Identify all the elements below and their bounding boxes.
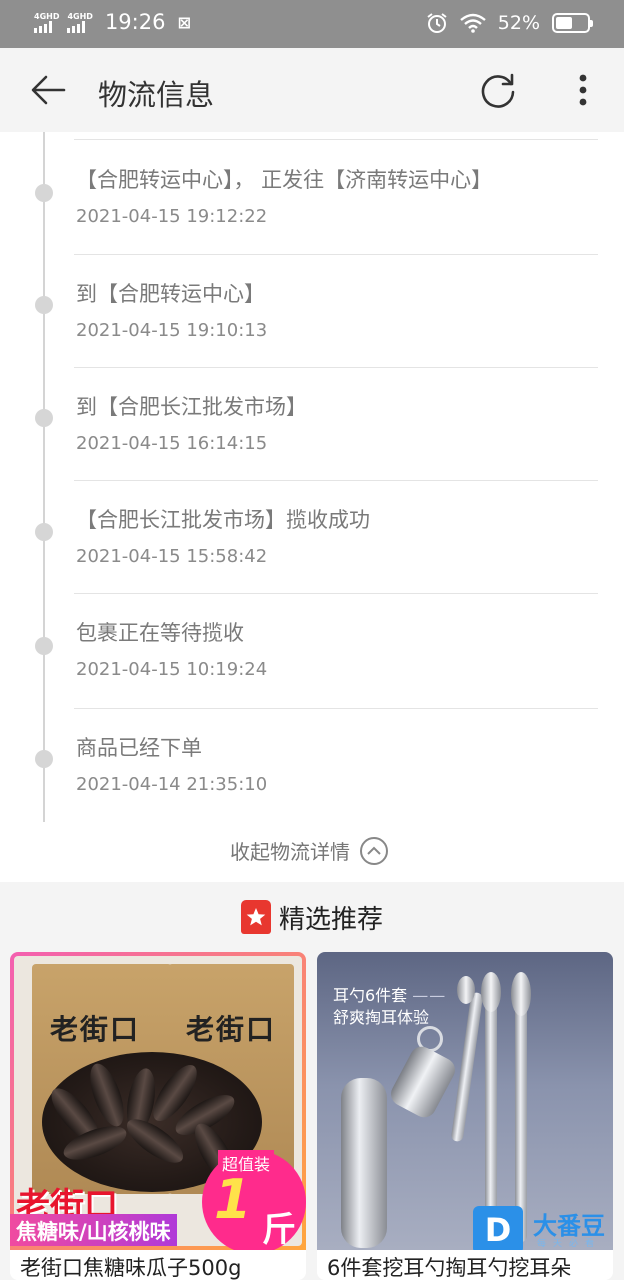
event-status: 【合肥转运中心】， 正发往【济南转运中心】: [76, 168, 493, 192]
timeline-dot: [35, 523, 53, 541]
collapse-label: 收起物流详情: [230, 840, 350, 864]
event-status: 到【合肥长江批发市场】: [76, 395, 307, 419]
spring-head: [481, 972, 501, 1012]
timeline-event: 到【合肥转运中心】 2021-04-15 19:10:13: [0, 256, 624, 370]
divider: [74, 480, 598, 481]
divider: [74, 254, 598, 255]
back-arrow-icon[interactable]: [30, 74, 66, 106]
star-badge-icon: [240, 900, 271, 934]
weight-unit: 斤: [262, 1210, 296, 1250]
timeline-event: 商品已经下单 2021-04-14 21:35:10: [0, 710, 624, 824]
app-header: 物流信息: [0, 48, 624, 132]
watermark-subtext: 每天必看: [537, 1239, 602, 1249]
event-time: 2021-04-14 21:35:10: [76, 774, 268, 795]
flavor-tag: 焦糖味/山核桃味: [10, 1214, 177, 1246]
network-type: 4GHD: [67, 11, 93, 21]
logistics-timeline: 【合肥转运中心】， 正发往【济南转运中心】 2021-04-15 19:12:2…: [0, 132, 624, 882]
event-time: 2021-04-15 10:19:24: [76, 659, 268, 680]
signal-icon: 4GHD: [34, 12, 59, 33]
battery-icon: [552, 13, 593, 33]
event-time: 2021-04-15 15:58:42: [76, 546, 268, 567]
product-name: 6件套挖耳勺掏耳勺挖耳朵: [327, 1256, 572, 1280]
product-image: 耳勺6件套 —— 舒爽掏耳体验 D 大番豆 每天必看: [317, 952, 613, 1250]
event-status: 包裹正在等待揽收: [76, 621, 244, 645]
clock: 19:26: [104, 10, 166, 34]
event-time: 2021-04-15 16:14:15: [76, 433, 268, 454]
event-time: 2021-04-15 19:10:13: [76, 320, 268, 341]
signal-icon: 4GHD: [67, 11, 93, 33]
tool-case: [341, 1078, 387, 1248]
timeline-event: 【合肥长江批发市场】揽收成功 2021-04-15 15:58:42: [0, 482, 624, 596]
weight-number: 1: [214, 1168, 252, 1231]
product-card[interactable]: 老街口 老街口 老街口 焦糖味/山核桃味 超值装 1 斤 老街口焦糖味瓜子500…: [10, 952, 306, 1280]
product-image: 老街口 老街口 老街口 焦糖味/山核桃味 超值装 1 斤: [10, 952, 306, 1250]
ear-pick-tool: [485, 992, 497, 1242]
timeline-dot: [35, 409, 53, 427]
spiral-head: [511, 972, 531, 1016]
watermark-logo-icon: D: [473, 1206, 523, 1250]
divider: [74, 367, 598, 368]
event-time: 2021-04-15 19:12:22: [76, 206, 268, 227]
product-name: 老街口焦糖味瓜子500g: [20, 1256, 242, 1280]
event-status: 商品已经下单: [76, 736, 202, 760]
refresh-icon[interactable]: [478, 70, 518, 110]
timeline-event: 包裹正在等待揽收 2021-04-15 10:19:24: [0, 595, 624, 709]
bag-brand: 老街口: [50, 1013, 141, 1046]
ear-pick-tool: [515, 992, 527, 1242]
divider: [74, 708, 598, 709]
battery-fill: [556, 17, 572, 29]
timeline-dot: [35, 184, 53, 202]
more-menu-icon[interactable]: [568, 70, 598, 110]
tool-capsule: [386, 1042, 460, 1122]
network-type: 4GHD: [34, 11, 60, 21]
event-status: 到【合肥转运中心】: [76, 282, 265, 306]
timeline-event: 到【合肥长江批发市场】 2021-04-15 16:14:15: [0, 369, 624, 483]
timeline-dot: [35, 637, 53, 655]
battery-percent: 52%: [497, 12, 540, 34]
ear-pick-tool: [450, 991, 484, 1143]
product-card[interactable]: 耳勺6件套 —— 舒爽掏耳体验 D 大番豆 每天必看 6件套挖耳勺掏耳勺挖耳朵: [317, 952, 613, 1280]
recommend-header: 精选推荐: [0, 882, 624, 952]
divider: [74, 139, 598, 140]
ear-pick-head: [457, 976, 475, 1004]
bag-brand: 老街口: [186, 1013, 277, 1046]
timeline-dot: [35, 750, 53, 768]
product-headline: 耳勺6件套 ——: [333, 982, 446, 1006]
headline-text: 耳勺6件套: [333, 986, 408, 1005]
wifi-icon: [459, 13, 486, 33]
page-title: 物流信息: [98, 78, 215, 112]
collapse-details-button[interactable]: 收起物流详情: [230, 836, 388, 865]
divider: [74, 593, 598, 594]
timeline-event: 【合肥转运中心】， 正发往【济南转运中心】 2021-04-15 19:12:2…: [0, 142, 624, 256]
chevron-up-icon: [360, 836, 388, 865]
recommend-title: 精选推荐: [278, 904, 383, 935]
event-status: 【合肥长江批发市场】揽收成功: [76, 508, 370, 532]
status-bar: 4GHD 4GHD 19:26 ⊠ 52%: [0, 0, 624, 48]
sim-notification-icon: ⊠: [177, 12, 191, 32]
timeline-dot: [35, 296, 53, 314]
alarm-icon: [427, 13, 447, 33]
headline-dash: ——: [412, 986, 447, 1005]
product-subline: 舒爽掏耳体验: [333, 1008, 430, 1027]
